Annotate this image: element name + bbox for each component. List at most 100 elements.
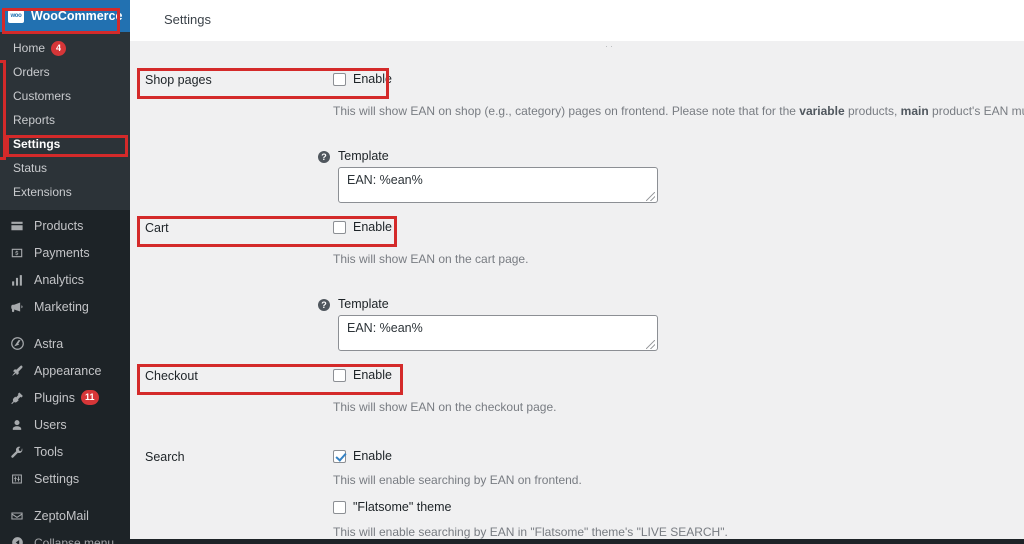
sidebar-item-label: Plugins bbox=[34, 390, 75, 405]
settings-sliders-icon bbox=[8, 470, 26, 488]
plugins-count-badge: 11 bbox=[81, 390, 99, 405]
desc-bold-variable: variable bbox=[799, 104, 845, 118]
sidebar-item-products[interactable]: Products bbox=[0, 212, 130, 239]
sidebar-subitem-label: Settings bbox=[13, 137, 61, 151]
sidebar-brand-label: WooCommerce bbox=[31, 9, 123, 23]
resize-grip-icon[interactable] bbox=[646, 340, 655, 349]
sidebar-item-analytics[interactable]: Analytics bbox=[0, 266, 130, 293]
sidebar-subitem-label: Reports bbox=[13, 113, 56, 127]
search-enable-label: Enable bbox=[353, 449, 392, 463]
sidebar-item-payments[interactable]: Payments bbox=[0, 239, 130, 266]
sidebar-item-label: Analytics bbox=[34, 272, 85, 287]
sidebar-item-status[interactable]: Status bbox=[0, 156, 130, 180]
woocommerce-logo-icon: woo bbox=[8, 9, 24, 23]
help-question-icon[interactable]: ? bbox=[318, 299, 330, 311]
astra-icon bbox=[8, 335, 26, 353]
home-count-badge: 4 bbox=[51, 40, 67, 56]
tools-wrench-icon bbox=[8, 443, 26, 461]
resize-grip-icon[interactable] bbox=[646, 192, 655, 201]
shop-pages-description: This will show EAN on shop (e.g., catego… bbox=[333, 104, 1024, 118]
flatsome-description: This will enable searching by EAN in "Fl… bbox=[333, 525, 728, 539]
cart-template-input[interactable]: EAN: %ean% bbox=[338, 315, 658, 351]
checkout-enable-checkbox[interactable] bbox=[333, 368, 346, 382]
cart-template-label: Template bbox=[338, 297, 389, 311]
cut-off-marker: ·· bbox=[605, 41, 615, 51]
admin-topbar: Settings bbox=[130, 0, 1024, 41]
cart-description: This will show EAN on the cart page. bbox=[333, 252, 529, 266]
flatsome-theme-label: "Flatsome" theme bbox=[353, 500, 452, 514]
sidebar-item-settings[interactable]: Settings bbox=[0, 132, 130, 156]
sidebar-subitem-label: Status bbox=[13, 161, 48, 175]
sidebar-item-label: Settings bbox=[34, 471, 80, 486]
search-row: Search Enable bbox=[130, 446, 1024, 470]
shop-pages-template-value: EAN: %ean% bbox=[347, 173, 423, 187]
sidebar-item-woocommerce[interactable]: woo WooCommerce bbox=[0, 0, 130, 32]
sidebar-subitem-label: Home bbox=[13, 41, 46, 55]
sidebar-item-home[interactable]: Home 4 bbox=[0, 36, 130, 60]
sidebar-item-reports[interactable]: Reports bbox=[0, 108, 130, 132]
sidebar-subitem-label: Extensions bbox=[13, 185, 72, 199]
bottom-edge bbox=[130, 539, 1024, 544]
checkout-label: Checkout bbox=[145, 369, 198, 383]
search-label: Search bbox=[145, 450, 185, 464]
checkout-enable-label: Enable bbox=[353, 368, 392, 382]
sidebar-item-label: Products bbox=[34, 218, 84, 233]
sidebar-item-plugins[interactable]: Plugins 11 bbox=[0, 384, 130, 411]
search-description: This will enable searching by EAN on fro… bbox=[333, 473, 582, 487]
desc-part-1: This will show EAN on shop (e.g., catego… bbox=[333, 104, 800, 118]
admin-sidebar: woo WooCommerce Home 4 Orders Customers … bbox=[0, 0, 130, 544]
sidebar-item-astra[interactable]: Astra bbox=[0, 330, 130, 357]
sidebar-item-appearance[interactable]: Appearance bbox=[0, 357, 130, 384]
sidebar-item-marketing[interactable]: Marketing bbox=[0, 293, 130, 320]
sidebar-item-tools[interactable]: Tools bbox=[0, 438, 130, 465]
users-icon bbox=[8, 416, 26, 434]
collapse-menu-button[interactable]: Collapse menu bbox=[0, 529, 130, 544]
sidebar-item-extensions[interactable]: Extensions bbox=[0, 180, 130, 204]
shop-pages-label: Shop pages bbox=[145, 73, 212, 87]
collapse-menu-label: Collapse menu bbox=[34, 535, 115, 544]
woocommerce-submenu: Home 4 Orders Customers Reports Settings… bbox=[0, 32, 130, 210]
appearance-brush-icon bbox=[8, 362, 26, 380]
checkout-row: Checkout Enable bbox=[130, 363, 1024, 393]
products-icon bbox=[8, 217, 26, 235]
desc-bold-main: main bbox=[900, 104, 929, 118]
checkout-description: This will show EAN on the checkout page. bbox=[333, 400, 557, 414]
sidebar-item-orders[interactable]: Orders bbox=[0, 60, 130, 84]
flatsome-row: "Flatsome" theme bbox=[130, 498, 1024, 520]
desc-part-3: product's EAN must be set. bbox=[932, 104, 1024, 118]
shop-pages-enable-control[interactable]: Enable bbox=[333, 72, 392, 86]
desc-part-2: products, bbox=[844, 104, 901, 118]
main-menu: Products Payments Analytics Marketing As… bbox=[0, 210, 130, 544]
sidebar-item-label: Marketing bbox=[34, 299, 89, 314]
cart-template-value: EAN: %ean% bbox=[347, 321, 423, 335]
sidebar-item-wp-settings[interactable]: Settings bbox=[0, 465, 130, 492]
cut-off-row-above: ·· bbox=[130, 41, 1024, 51]
shop-pages-template-input[interactable]: EAN: %ean% bbox=[338, 167, 658, 203]
search-enable-control[interactable]: Enable bbox=[333, 449, 392, 463]
settings-content: ·· Shop pages Enable This will show EAN … bbox=[130, 41, 1024, 544]
checkout-enable-control[interactable]: Enable bbox=[333, 368, 392, 382]
payments-icon bbox=[8, 244, 26, 262]
flatsome-enable-control[interactable]: "Flatsome" theme bbox=[333, 500, 452, 514]
collapse-arrow-icon bbox=[8, 534, 26, 544]
cart-enable-label: Enable bbox=[353, 220, 392, 234]
cart-enable-control[interactable]: Enable bbox=[333, 220, 392, 234]
cart-label: Cart bbox=[145, 221, 169, 235]
shop-pages-template-label: Template bbox=[338, 149, 389, 163]
envelope-icon bbox=[8, 507, 26, 525]
sidebar-item-zeptomail[interactable]: ZeptoMail bbox=[0, 502, 130, 529]
sidebar-item-customers[interactable]: Customers bbox=[0, 84, 130, 108]
cart-row: Cart Enable bbox=[130, 215, 1024, 245]
search-enable-checkbox[interactable] bbox=[333, 449, 346, 463]
shop-pages-enable-checkbox[interactable] bbox=[333, 72, 346, 86]
sidebar-item-label: Appearance bbox=[34, 363, 102, 378]
shop-pages-enable-label: Enable bbox=[353, 72, 392, 86]
sidebar-item-label: Payments bbox=[34, 245, 90, 260]
sidebar-item-label: Tools bbox=[34, 444, 64, 459]
cart-enable-checkbox[interactable] bbox=[333, 220, 346, 234]
flatsome-theme-checkbox[interactable] bbox=[333, 500, 346, 514]
sidebar-item-users[interactable]: Users bbox=[0, 411, 130, 438]
help-question-icon[interactable]: ? bbox=[318, 151, 330, 163]
shop-pages-row: Shop pages Enable bbox=[130, 67, 1024, 97]
page-title: Settings bbox=[164, 12, 211, 27]
